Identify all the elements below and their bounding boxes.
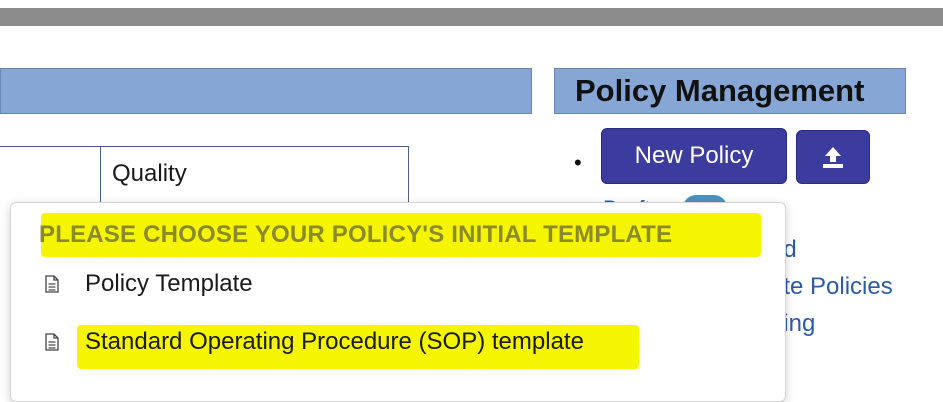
dropdown-header: PLEASE CHOOSE YOUR POLICY'S INITIAL TEMP… xyxy=(39,221,673,248)
top-bar xyxy=(0,8,943,26)
menu-item-sop-template[interactable]: Standard Operating Procedure (SOP) templ… xyxy=(45,328,584,356)
template-dropdown: PLEASE CHOOSE YOUR POLICY'S INITIAL TEMP… xyxy=(10,202,786,402)
page-title: Policy Management xyxy=(575,73,865,108)
right-link-2[interactable]: ate Policies xyxy=(770,273,893,301)
new-policy-button[interactable]: New Policy xyxy=(601,128,787,184)
table-column-header: Quality xyxy=(112,160,187,187)
menu-item-label: Standard Operating Procedure (SOP) templ… xyxy=(85,328,584,355)
left-panel-header xyxy=(0,68,532,114)
document-icon xyxy=(45,333,59,351)
document-icon xyxy=(45,275,59,293)
upload-icon xyxy=(823,147,843,168)
menu-item-label: Policy Template xyxy=(85,270,253,297)
policy-management-header: Policy Management xyxy=(554,68,906,114)
list-bullet: • xyxy=(574,150,582,175)
upload-button[interactable] xyxy=(796,130,870,184)
menu-item-policy-template[interactable]: Policy Template xyxy=(45,270,253,298)
